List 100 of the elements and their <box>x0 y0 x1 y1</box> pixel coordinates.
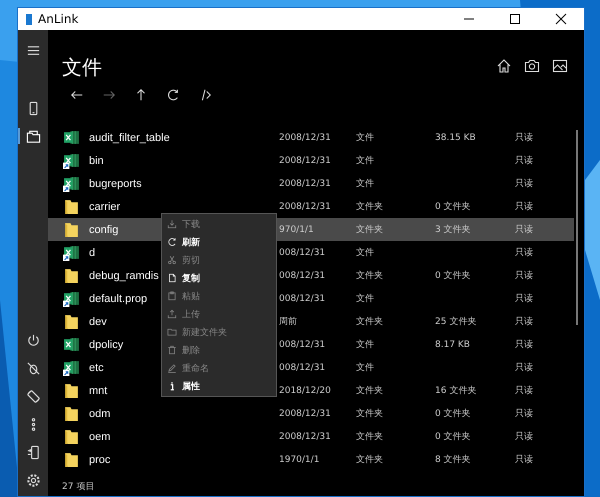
app-icon <box>26 14 32 24</box>
modified-date: 2008/12/31 <box>279 156 332 166</box>
folder-icon <box>63 428 80 445</box>
spreadsheet-file-icon <box>63 336 80 353</box>
folder-icon <box>63 198 80 215</box>
file-name: etc <box>89 362 104 374</box>
shortcut-file-icon <box>63 244 80 261</box>
file-attribute: 只读 <box>515 178 534 190</box>
file-attribute: 只读 <box>515 132 534 144</box>
file-type: 文件夹 <box>356 430 384 443</box>
file-type: 文件 <box>356 132 375 144</box>
download-icon <box>167 219 177 229</box>
trash-icon <box>167 345 177 355</box>
item-count: 27 项目 <box>61 481 96 494</box>
page-title: 文件 <box>62 54 102 80</box>
modified-date: 008/12/31 <box>279 294 326 304</box>
folder-icon <box>63 221 80 238</box>
file-attribute: 只读 <box>515 338 534 351</box>
shortcut-file-icon <box>63 290 80 307</box>
file-attribute: 只读 <box>515 454 534 466</box>
file-type: 文件夹 <box>356 316 384 328</box>
file-name: audit_filter_table <box>89 132 170 144</box>
file-name: odm <box>89 408 110 420</box>
file-size: 16 文件夹 <box>435 384 478 397</box>
image-icon[interactable] <box>552 58 568 74</box>
window-title: AnLink <box>38 12 80 26</box>
modified-date: 周前 <box>279 316 298 328</box>
file-type: 文件夹 <box>356 454 384 466</box>
rotate-icon[interactable] <box>26 388 40 404</box>
refresh-icon[interactable] <box>166 88 180 102</box>
file-size: 25 文件夹 <box>435 316 478 328</box>
shortcut-file-icon <box>63 152 80 169</box>
menu-item[interactable]: 属性 <box>162 377 276 395</box>
file-name: dpolicy <box>89 338 124 350</box>
pencil-icon <box>167 363 177 373</box>
file-attribute: 只读 <box>515 224 534 236</box>
file-attribute: 只读 <box>515 292 534 305</box>
upload-icon <box>167 309 177 319</box>
folder-icon <box>63 382 80 399</box>
file-type: 文件夹 <box>356 270 384 282</box>
file-name: proc <box>89 454 110 466</box>
file-size: 38.15 KB <box>435 132 477 142</box>
scrollbar-thumb[interactable] <box>576 130 578 325</box>
modified-date: 008/12/31 <box>279 340 326 350</box>
modified-date: 2008/12/31 <box>279 408 332 418</box>
refresh-icon <box>167 237 177 247</box>
folder-icon <box>63 267 80 284</box>
modified-date: 2008/12/31 <box>279 202 332 212</box>
file-size: 0 文件夹 <box>435 408 472 420</box>
modified-date: 2008/12/31 <box>279 178 332 188</box>
file-name: default.prop <box>89 292 148 304</box>
phone-sync-icon[interactable] <box>26 444 40 460</box>
spreadsheet-file-icon <box>63 129 80 146</box>
file-attribute: 只读 <box>515 316 534 328</box>
file-type: 文件夹 <box>356 224 384 236</box>
modified-date: 008/12/31 <box>279 362 326 372</box>
file-type: 文件夹 <box>356 408 384 420</box>
bug-off-icon[interactable] <box>26 360 40 376</box>
modified-date: 008/12/31 <box>279 248 326 258</box>
file-name: bin <box>89 154 104 166</box>
file-type: 文件 <box>356 362 375 374</box>
file-size: 0 文件夹 <box>435 200 472 213</box>
copy-icon <box>167 273 177 283</box>
camera-icon[interactable] <box>524 58 540 74</box>
file-size: 3 文件夹 <box>435 224 472 236</box>
file-size: 8 文件夹 <box>435 454 472 466</box>
selection-indicator <box>18 128 20 144</box>
folder-icon <box>63 405 80 422</box>
shortcut-file-icon <box>63 175 80 192</box>
file-name: mnt <box>89 384 108 396</box>
file-name: config <box>89 224 118 236</box>
file-attribute: 只读 <box>515 200 534 213</box>
power-icon[interactable] <box>26 332 40 348</box>
menu-item[interactable]: 复制 <box>162 269 276 287</box>
modified-date: 970/1/1 <box>279 224 315 234</box>
file-type: 文件 <box>356 246 375 259</box>
shortcut-file-icon <box>63 359 80 376</box>
folder-icon <box>167 327 177 337</box>
file-attribute: 只读 <box>515 270 534 282</box>
scissors-icon <box>167 255 177 265</box>
file-size: 0 文件夹 <box>435 430 472 443</box>
settings-icon[interactable] <box>26 472 40 488</box>
modified-date: 008/12/31 <box>279 270 326 280</box>
file-type: 文件 <box>356 292 375 305</box>
home-icon[interactable] <box>496 58 512 74</box>
file-name: d <box>89 246 96 258</box>
file-name: bugreports <box>89 178 142 190</box>
folder-icon <box>63 451 80 468</box>
file-type: 文件夹 <box>356 384 384 397</box>
file-type: 文件 <box>356 338 375 351</box>
file-name: carrier <box>89 200 120 212</box>
file-type: 文件 <box>356 178 375 190</box>
file-attribute: 只读 <box>515 430 534 443</box>
modified-date: 2008/12/31 <box>279 132 332 142</box>
file-attribute: 只读 <box>515 362 534 374</box>
file-attribute: 只读 <box>515 384 534 397</box>
file-type: 文件 <box>356 154 375 167</box>
file-name: oem <box>89 430 110 442</box>
folder-icon[interactable] <box>26 128 40 144</box>
file-attribute: 只读 <box>515 246 534 259</box>
